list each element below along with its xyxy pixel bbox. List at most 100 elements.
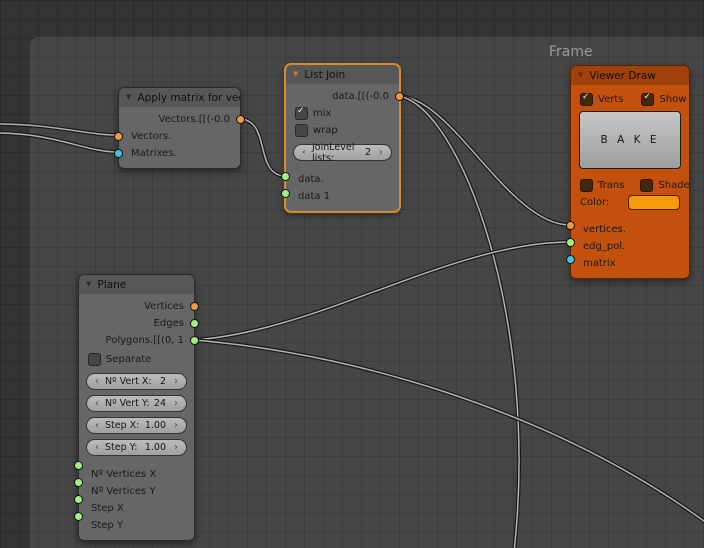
wrap-row: ✓ wrap: [286, 122, 399, 139]
trans-label: Trans: [598, 179, 625, 191]
node-editor-canvas[interactable]: Frame ▼ Apply matrix for vec... Vectors.…: [0, 0, 704, 548]
node-list-join[interactable]: ▼ List Join data.[[(-0.0 ✓ mix ✓ wrap ‹ …: [281, 64, 404, 212]
trans-shade-row: ✓ Trans ✓ Shade: [571, 177, 690, 193]
stepper-label: JoinLevel lists:: [312, 141, 355, 164]
socket-data-input[interactable]: [281, 172, 290, 181]
noodle: [238, 118, 287, 177]
socket-edgpol-input[interactable]: [566, 238, 575, 247]
collapse-triangle-icon[interactable]: ▼: [86, 281, 91, 288]
input-row: edg_pol.: [571, 238, 689, 255]
stepper-value: 24: [153, 398, 166, 409]
step-y-stepper[interactable]: ‹ Step Y: 1.00 ›: [86, 439, 187, 456]
input-row: data 1: [286, 188, 399, 205]
socket-stepy-input[interactable]: [74, 512, 83, 521]
vert-y-stepper[interactable]: ‹ Nº Vert Y: 24 ›: [86, 395, 187, 412]
collapse-triangle-icon[interactable]: ▼: [126, 94, 131, 101]
separate-checkbox[interactable]: ✓: [88, 353, 101, 366]
shade-label: Shade: [658, 179, 690, 191]
color-row: Color:: [571, 193, 689, 211]
step-x-stepper[interactable]: ‹ Step X: 1.00 ›: [86, 417, 187, 434]
bake-button[interactable]: B A K E: [579, 111, 681, 169]
vert-x-stepper[interactable]: ‹ Nº Vert X: 2 ›: [86, 373, 187, 390]
wrap-label: wrap: [313, 125, 338, 136]
stepper-left-arrow-icon[interactable]: ‹: [91, 397, 103, 410]
color-label: Color:: [580, 196, 610, 208]
collapse-triangle-icon[interactable]: ▼: [578, 72, 583, 79]
stepper-value: 2: [364, 147, 371, 158]
input-label: vertices.: [583, 224, 626, 235]
socket-matrix-input[interactable]: [566, 255, 575, 264]
node-header[interactable]: ▼ Viewer Draw: [571, 66, 689, 85]
stepper-label: Step X:: [105, 420, 140, 431]
output-row: Vertices: [79, 298, 194, 315]
separate-label: Separate: [106, 354, 152, 365]
stepper-right-arrow-icon[interactable]: ›: [170, 441, 182, 454]
socket-data-output[interactable]: [395, 92, 404, 101]
shade-checkbox[interactable]: ✓: [640, 178, 654, 192]
node-title: Viewer Draw: [589, 69, 656, 82]
stepper-right-arrow-icon[interactable]: ›: [170, 419, 182, 432]
node-apply-matrix[interactable]: ▼ Apply matrix for vec... Vectors.[[(-0.…: [114, 87, 245, 169]
node-title: Apply matrix for vec...: [137, 91, 240, 104]
socket-polygons-output[interactable]: [190, 336, 199, 345]
output-label: Polygons.[[(0, 1: [105, 335, 184, 346]
noodle: [192, 339, 704, 523]
stepper-right-arrow-icon[interactable]: ›: [170, 375, 182, 388]
node-plane[interactable]: ▼ Plane Vertices Edges Polygons.[[(0, 1 …: [74, 274, 199, 541]
check-icon: ✓: [297, 106, 305, 116]
node-viewer-draw[interactable]: ▼ Viewer Draw ✓ Verts ✓ Show B A K E ✓ T…: [566, 65, 690, 279]
output-label: Vectors.[[(-0.0: [158, 114, 230, 125]
stepper-left-arrow-icon[interactable]: ‹: [298, 146, 310, 159]
trans-checkbox[interactable]: ✓: [580, 178, 593, 192]
stepper-left-arrow-icon[interactable]: ‹: [91, 419, 103, 432]
input-label: Nº Vertices X: [91, 469, 157, 480]
show-checkbox[interactable]: ✓: [641, 91, 655, 106]
noodle[interactable]: [192, 240, 571, 342]
output-label: Vertices: [144, 301, 184, 312]
color-swatch[interactable]: [628, 194, 680, 210]
socket-nvertx-input[interactable]: [74, 461, 83, 470]
noodle[interactable]: [397, 94, 571, 227]
socket-vectors-output[interactable]: [236, 115, 245, 124]
verts-label: Verts: [598, 93, 624, 105]
mix-checkbox[interactable]: ✓: [295, 106, 308, 120]
node-header[interactable]: ▼ Apply matrix for vec...: [119, 88, 240, 107]
noodle[interactable]: [192, 338, 704, 524]
input-label: edg_pol.: [583, 241, 626, 252]
node-header[interactable]: ▼ List Join: [286, 65, 399, 84]
stepper-right-arrow-icon[interactable]: ›: [375, 146, 387, 159]
socket-stepx-input[interactable]: [74, 495, 83, 504]
wrap-checkbox[interactable]: ✓: [295, 124, 308, 137]
socket-matrixes-input[interactable]: [114, 149, 123, 158]
verts-checkbox[interactable]: ✓: [580, 92, 593, 106]
socket-vertices-output[interactable]: [190, 302, 199, 311]
input-row: Nº Vertices X: [79, 466, 194, 483]
stepper-label: Nº Vert Y:: [105, 398, 150, 409]
joinlevel-stepper[interactable]: ‹ JoinLevel lists: 2 ›: [293, 141, 392, 164]
verts-show-row: ✓ Verts ✓ Show: [571, 89, 689, 107]
input-label: Step X: [91, 503, 124, 514]
socket-nverty-input[interactable]: [74, 478, 83, 487]
socket-vertices-input[interactable]: [566, 221, 575, 230]
collapse-triangle-icon[interactable]: ▼: [293, 71, 298, 78]
socket-data1-input[interactable]: [281, 189, 290, 198]
input-row: vertices.: [571, 221, 689, 238]
socket-edges-output[interactable]: [190, 319, 199, 328]
noodle[interactable]: [397, 94, 522, 548]
stepper-value: 1.00: [144, 420, 166, 431]
check-icon: ✓: [643, 91, 652, 102]
input-row: matrix: [571, 255, 689, 272]
output-label: Edges: [153, 318, 184, 329]
input-label: data.: [298, 174, 324, 185]
node-title: Plane: [97, 278, 127, 291]
stepper-value: 2: [159, 376, 166, 387]
stepper-right-arrow-icon[interactable]: ›: [170, 397, 182, 410]
stepper-left-arrow-icon[interactable]: ‹: [91, 375, 103, 388]
socket-vectors-input[interactable]: [114, 132, 123, 141]
node-title: List Join: [304, 68, 346, 81]
output-label: data.[[(-0.0: [332, 91, 389, 102]
stepper-left-arrow-icon[interactable]: ‹: [91, 441, 103, 454]
separate-row: ✓ Separate: [79, 351, 194, 368]
node-header[interactable]: ▼ Plane: [79, 275, 194, 294]
noodle: [397, 95, 571, 226]
